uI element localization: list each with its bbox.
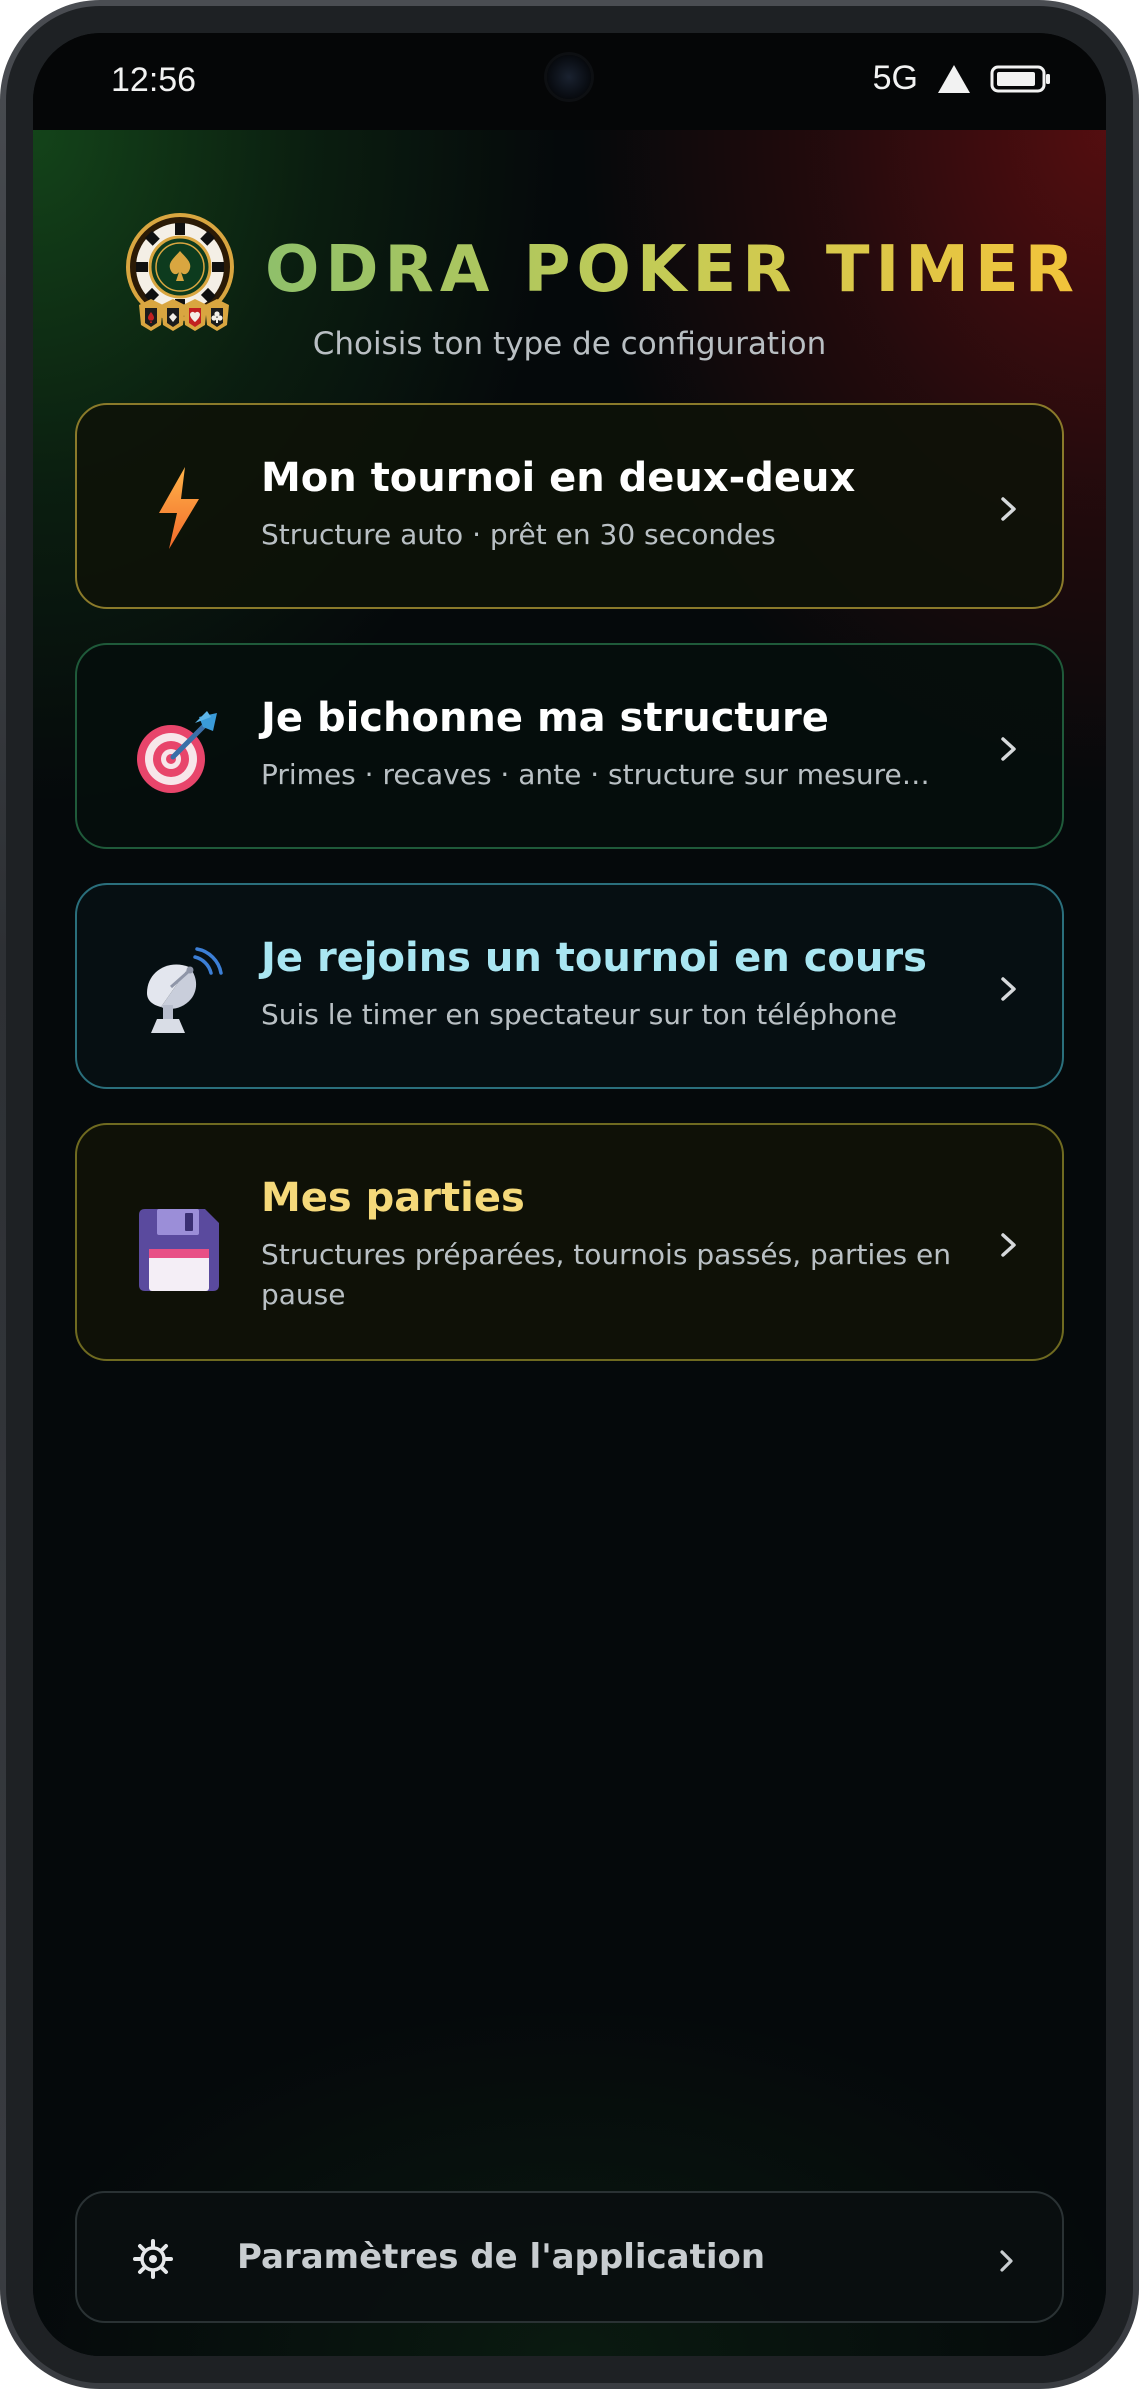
phone-frame: 12:56 5G ODRA POKER TIMER Choisis ton ty… bbox=[0, 0, 1139, 2389]
option-description: Suis le timer en spectateur sur ton télé… bbox=[261, 998, 898, 1031]
app-title: ODRA POKER TIMER bbox=[265, 233, 1080, 307]
satellite-dish-icon bbox=[147, 947, 223, 1033]
option-custom-structure[interactable]: Je bichonne ma structure Primes · recave… bbox=[75, 643, 1064, 849]
gear-icon bbox=[133, 2239, 173, 2279]
option-title: Je rejoins un tournoi en cours bbox=[261, 935, 927, 981]
chevron-right-icon bbox=[1001, 977, 1016, 1001]
option-description: Structure auto · prêt en 30 secondes bbox=[261, 518, 776, 551]
option-title: Mon tournoi en deux-deux bbox=[261, 455, 856, 501]
front-camera-icon bbox=[547, 55, 591, 99]
chevron-right-icon bbox=[1001, 1233, 1016, 1257]
status-bar: 12:56 5G bbox=[33, 33, 1106, 130]
battery-icon bbox=[990, 65, 1050, 92]
option-quick-tournament[interactable]: Mon tournoi en deux-deux Structure auto … bbox=[75, 403, 1064, 609]
network-label: 5G bbox=[872, 59, 918, 97]
chevron-right-icon bbox=[1001, 737, 1016, 761]
settings-label: Paramètres de l'application bbox=[237, 2237, 766, 2277]
screen: 12:56 5G ODRA POKER TIMER Choisis ton ty… bbox=[33, 33, 1106, 2356]
status-time: 12:56 bbox=[111, 61, 197, 99]
option-description: Primes · recaves · ante · structure sur … bbox=[261, 758, 930, 791]
floppy-disk-icon bbox=[139, 1209, 219, 1291]
option-join-tournament[interactable]: Je rejoins un tournoi en cours Suis le t… bbox=[75, 883, 1064, 1089]
option-description: Structures préparées, tournois passés, p… bbox=[261, 1238, 951, 1311]
signal-icon bbox=[938, 64, 970, 93]
option-title: Mes parties bbox=[261, 1175, 525, 1221]
chevron-right-icon bbox=[1001, 497, 1016, 521]
poker-chip-logo-icon bbox=[126, 213, 234, 331]
option-title: Je bichonne ma structure bbox=[261, 695, 829, 741]
page-subtitle: Choisis ton type de configuration bbox=[312, 326, 827, 362]
app-header: ODRA POKER TIMER bbox=[33, 213, 1106, 343]
status-indicators: 5G bbox=[873, 59, 1052, 98]
settings-button[interactable]: Paramètres de l'application bbox=[75, 2191, 1064, 2323]
target-dart-icon bbox=[137, 711, 217, 793]
option-my-games[interactable]: Mes parties Structures préparées, tourno… bbox=[75, 1123, 1064, 1361]
lightning-bolt-icon bbox=[159, 467, 199, 549]
chevron-right-icon bbox=[1000, 2250, 1013, 2272]
